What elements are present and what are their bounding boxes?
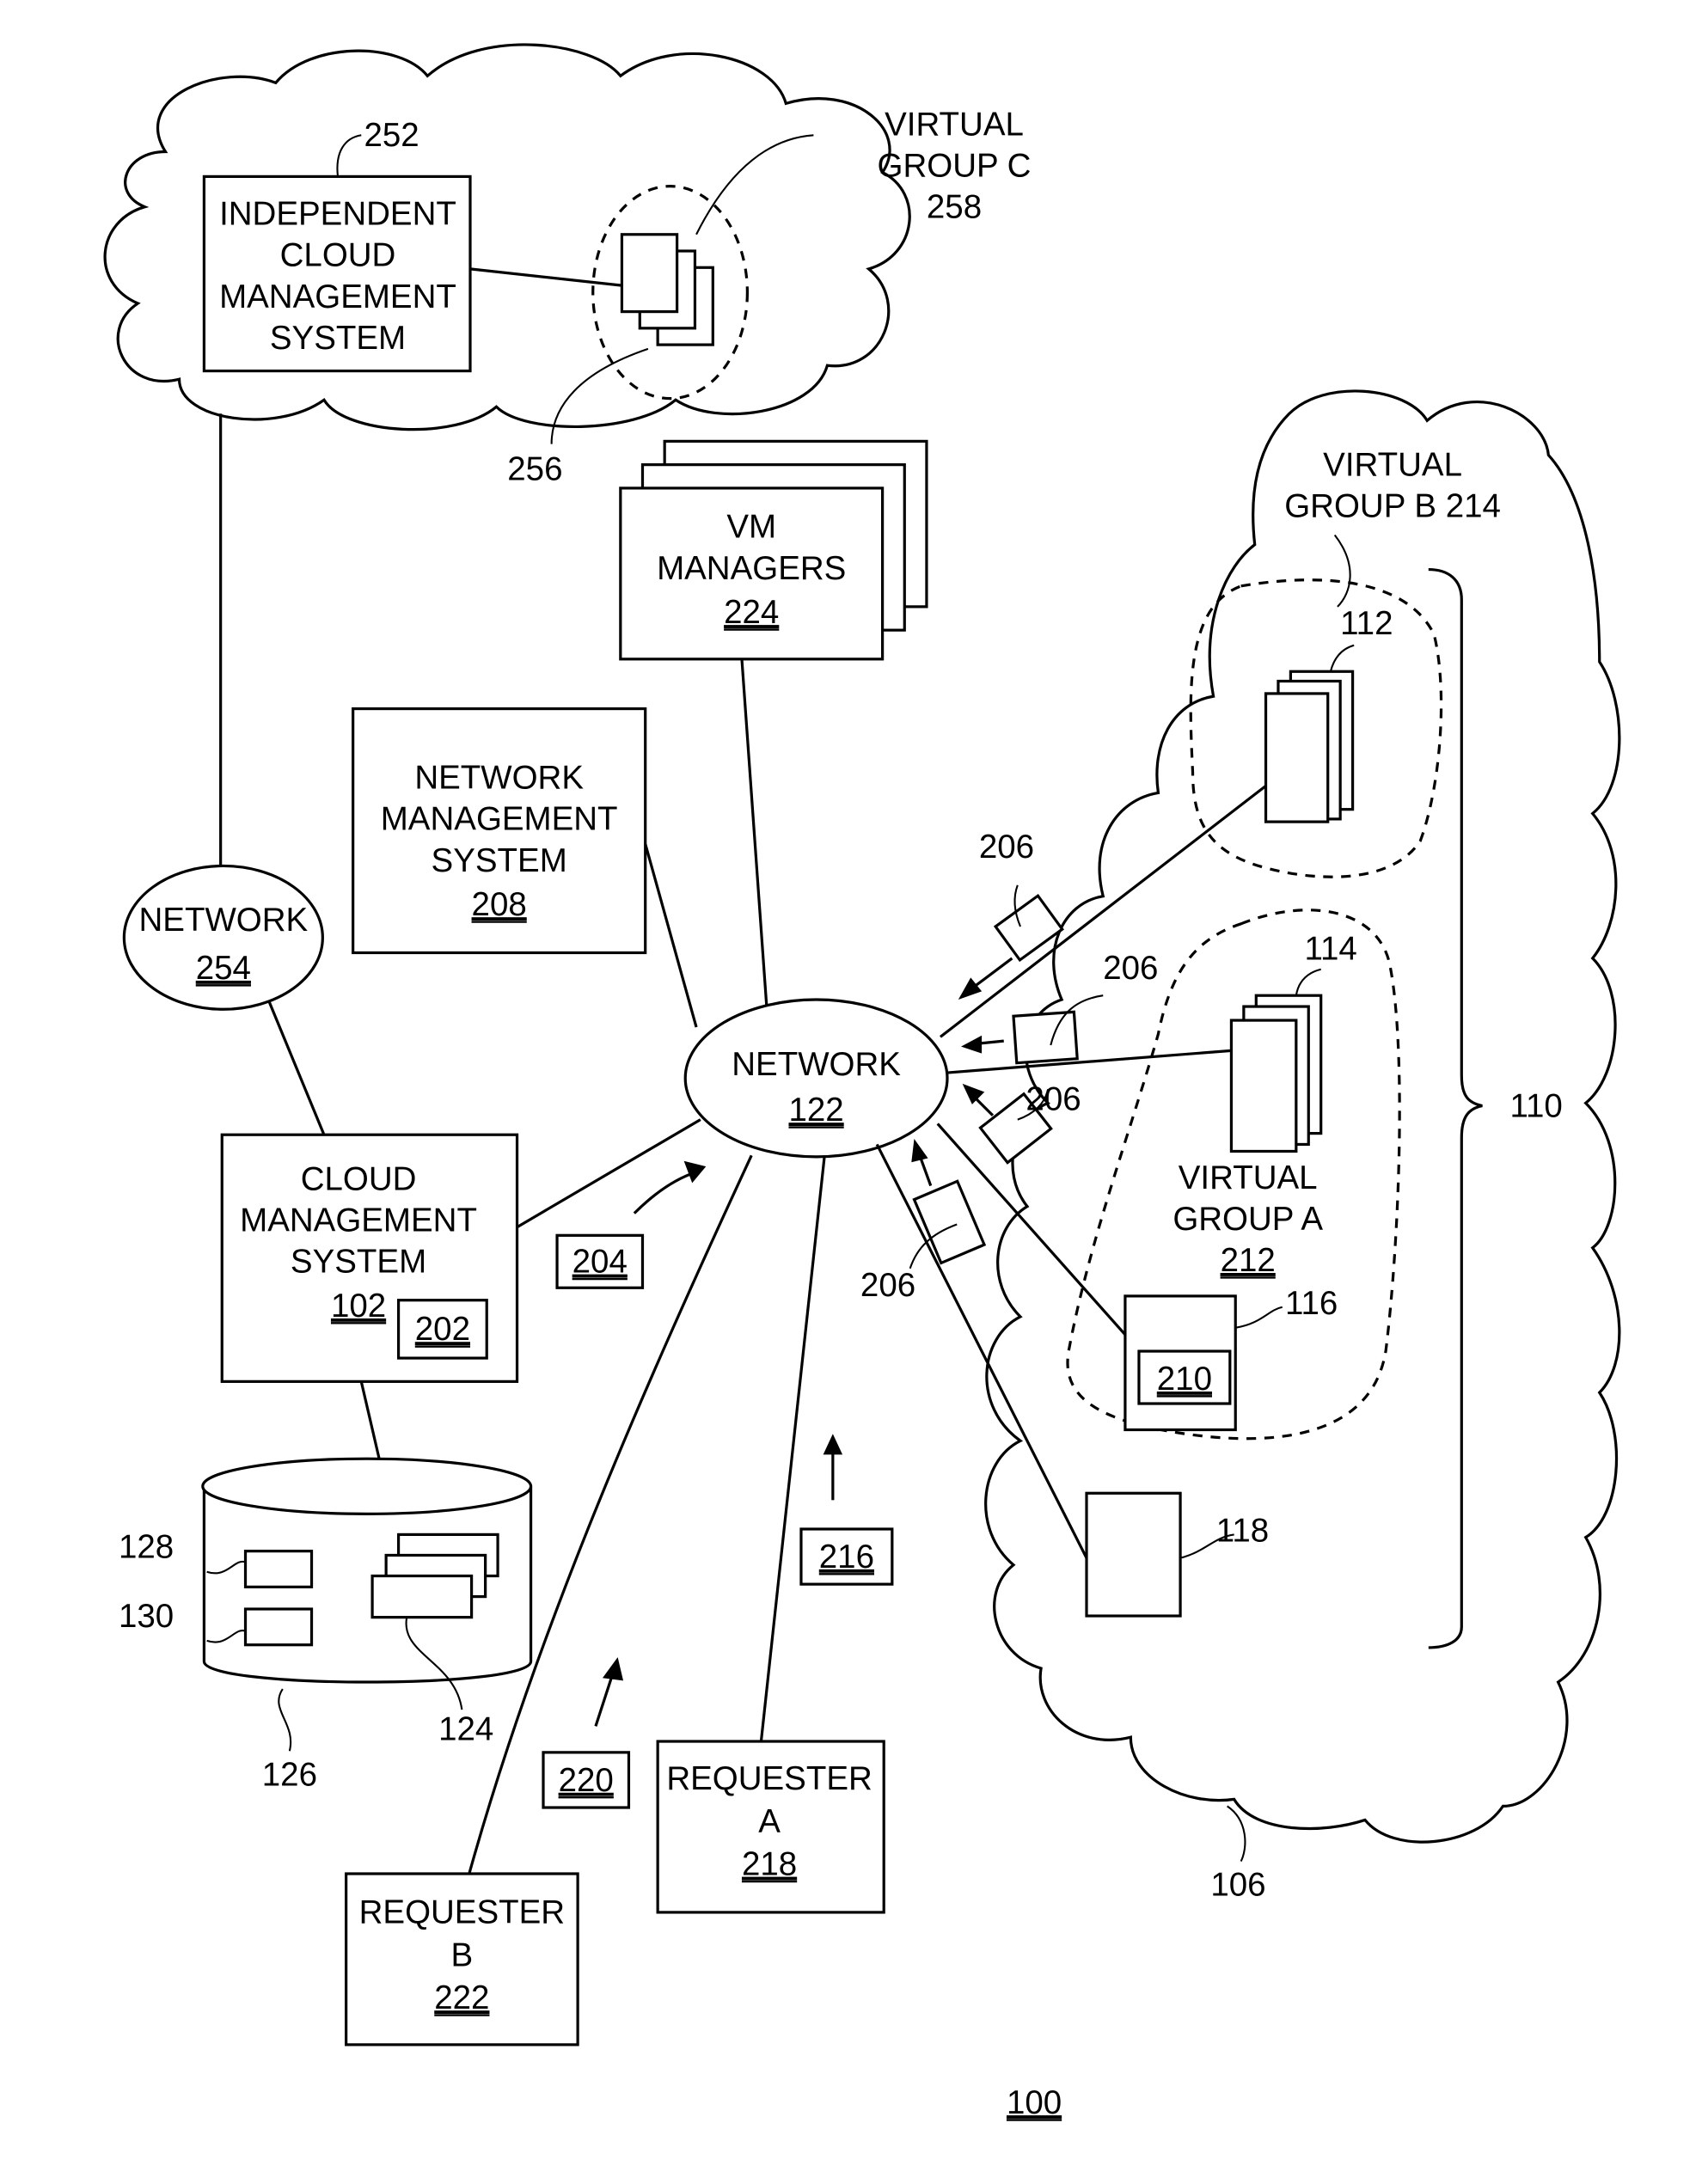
requester-b-ref: 222	[434, 1979, 489, 2016]
virtual-group-c-line-3: 258	[927, 189, 982, 226]
vm-managers-line-2: MANAGERS	[657, 550, 846, 587]
virtual-group-b-line-2: GROUP B 214	[1284, 488, 1501, 525]
ref-130: 130	[119, 1598, 174, 1635]
requester-a-ref: 218	[742, 1846, 797, 1883]
virtual-group-b-line-1: VIRTUAL	[1323, 446, 1462, 483]
host-stack-114	[1229, 994, 1323, 1153]
icms-line-3: MANAGEMENT	[219, 278, 456, 315]
ref-110: 110	[1509, 1087, 1562, 1124]
ref-116: 116	[1285, 1285, 1338, 1322]
icms-line-1: INDEPENDENT	[219, 196, 456, 233]
packet-206-a: 206	[958, 829, 1064, 1000]
network-254-label: NETWORK	[139, 902, 309, 939]
host-118	[1085, 1491, 1182, 1618]
vm-managers-line-1: VM	[726, 509, 776, 546]
message-204-label: 204	[572, 1244, 628, 1281]
network-122-label: NETWORK	[732, 1046, 901, 1083]
requester-a-line-2: A	[758, 1803, 781, 1840]
network-122-ref: 122	[788, 1092, 843, 1129]
message-216-label: 216	[819, 1539, 874, 1575]
figure-number: 100	[1007, 2084, 1062, 2121]
host-stack-112	[1264, 670, 1355, 823]
requester-b-line-2: B	[451, 1936, 474, 1973]
packet-206-b: 206	[961, 950, 1158, 1065]
cms-line-3: SYSTEM	[291, 1244, 426, 1281]
cms-ref: 102	[331, 1288, 386, 1324]
cms-line-1: CLOUD	[301, 1160, 417, 1197]
ref-128: 128	[119, 1529, 174, 1566]
cms-component-ref: 202	[415, 1311, 470, 1348]
ref-252: 252	[364, 117, 419, 154]
ref-124: 124	[438, 1710, 493, 1747]
ref-112: 112	[1340, 605, 1393, 642]
requester-b-line-1: REQUESTER	[359, 1894, 565, 1931]
icms-line-2: CLOUD	[280, 237, 396, 274]
packet-206-b-label: 206	[1103, 950, 1158, 987]
cms-line-2: MANAGEMENT	[240, 1202, 477, 1239]
ref-114: 114	[1304, 931, 1356, 968]
packet-206-c-label: 206	[1026, 1080, 1081, 1117]
ref-126: 126	[262, 1756, 317, 1793]
diagram-canvas: INDEPENDENT CLOUD MANAGEMENT SYSTEM 252 …	[103, 43, 1621, 2121]
icms-line-4: SYSTEM	[270, 320, 406, 357]
virtual-group-a-ref: 212	[1221, 1242, 1276, 1279]
packet-206-c: 206	[962, 1080, 1081, 1165]
database-126	[201, 1457, 533, 1684]
virtual-group-a-line-2: GROUP A	[1173, 1201, 1323, 1238]
nms-ref: 208	[472, 886, 527, 923]
virtual-group-a-line-1: VIRTUAL	[1179, 1159, 1318, 1196]
virtual-group-c-line-1: VIRTUAL	[885, 106, 1024, 143]
network-254-ref: 254	[196, 950, 251, 987]
nms-line-3: SYSTEM	[432, 842, 567, 879]
nms-line-1: NETWORK	[414, 760, 584, 797]
ref-118: 118	[1216, 1512, 1269, 1549]
requester-a-line-1: REQUESTER	[666, 1760, 872, 1797]
virtual-group-c-line-2: GROUP C	[878, 147, 1032, 184]
component-210-label: 210	[1157, 1361, 1212, 1398]
vm-managers-ref: 224	[724, 594, 779, 631]
vm-stack-256	[620, 233, 714, 346]
nms-line-2: MANAGEMENT	[381, 801, 618, 838]
message-220-label: 220	[559, 1762, 614, 1799]
ref-106: 106	[1210, 1867, 1265, 1904]
bracket-110	[1428, 567, 1483, 1649]
ref-256: 256	[507, 450, 562, 487]
packet-206-d: 206	[860, 1139, 987, 1304]
packet-206-d-label: 206	[860, 1267, 915, 1304]
packet-206-a-label: 206	[979, 829, 1034, 866]
